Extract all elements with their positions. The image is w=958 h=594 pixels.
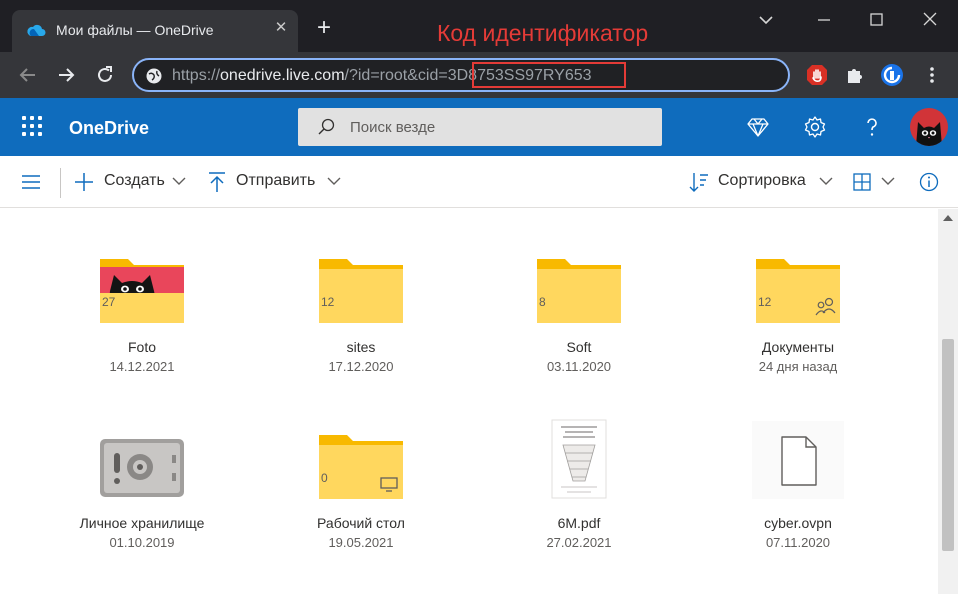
plus-icon <box>75 173 93 191</box>
search-input[interactable]: Поиск везде <box>350 119 435 136</box>
item-name: cyber.ovpn <box>764 515 832 531</box>
item-date: 01.10.2019 <box>109 535 175 550</box>
browser-window: Мои файлы — OneDrive ✕ + Код идентификат… <box>0 0 958 594</box>
file-tile-soft[interactable]: 8 Soft 03.11.2020 <box>499 249 659 379</box>
folder-icon <box>319 259 403 323</box>
item-date: 03.11.2020 <box>546 359 612 374</box>
maximize-icon[interactable] <box>864 8 888 32</box>
tab-title: Мои файлы — OneDrive <box>56 22 214 38</box>
command-bar: Создать Отправить Сортировка <box>0 156 958 208</box>
premium-diamond-icon[interactable] <box>746 115 770 139</box>
upload-button[interactable]: Отправить <box>236 172 315 190</box>
item-name: Soft <box>566 339 592 355</box>
item-count: 0 <box>321 471 328 485</box>
generic-file-icon <box>752 421 844 499</box>
profile-extension-icon[interactable] <box>880 63 904 87</box>
browser-toolbar: https://onedrive.live.com/?id=root&cid=3… <box>0 52 958 98</box>
minimize-icon[interactable] <box>812 8 836 32</box>
item-name: Документы <box>761 339 835 355</box>
hamburger-menu-icon[interactable] <box>20 171 42 193</box>
globe-icon <box>146 68 162 84</box>
create-button[interactable]: Создать <box>104 172 165 190</box>
address-bar[interactable]: https://onedrive.live.com/?id=root&cid=3… <box>132 58 790 92</box>
onedrive-cloud-icon <box>27 24 46 36</box>
user-avatar[interactable] <box>910 108 948 146</box>
url-query: /?id=root&cid= <box>344 67 448 84</box>
grid-view-icon[interactable] <box>851 171 873 193</box>
file-tile-ovpn[interactable]: cyber.ovpn 07.11.2020 <box>718 419 878 555</box>
command-separator <box>60 168 61 198</box>
create-chevron-down-icon[interactable] <box>170 172 188 190</box>
back-arrow-icon[interactable] <box>16 63 40 87</box>
cid-highlight-box <box>472 62 626 88</box>
app-launcher-icon[interactable] <box>22 116 42 136</box>
help-question-icon[interactable] <box>860 115 884 139</box>
browser-tab[interactable]: Мои файлы — OneDrive ✕ <box>12 10 298 52</box>
item-date: 19.05.2021 <box>328 535 394 550</box>
item-name: sites <box>346 339 376 355</box>
sort-chevron-down-icon[interactable] <box>817 172 835 190</box>
item-date: 24 дня назад <box>758 359 838 374</box>
cat-avatar-icon <box>916 122 942 146</box>
menu-dots-icon[interactable] <box>920 63 944 87</box>
pdf-thumbnail-icon <box>551 419 607 499</box>
id-code-annotation: Код идентификатор <box>437 20 649 46</box>
new-tab-button[interactable]: + <box>312 16 336 41</box>
extensions-puzzle-icon[interactable] <box>843 63 867 87</box>
item-name: Рабочий стол <box>317 515 405 531</box>
view-chevron-down-icon[interactable] <box>879 172 897 190</box>
photo-folder-icon <box>100 259 184 323</box>
info-icon[interactable] <box>918 171 940 193</box>
item-count: 8 <box>539 295 546 309</box>
file-tile-sites[interactable]: 12 sites 17.12.2020 <box>281 249 441 379</box>
upload-chevron-down-icon[interactable] <box>325 172 343 190</box>
file-tile-documents[interactable]: 12 Документы 24 дня назад <box>718 249 878 379</box>
scroll-up-arrow-icon[interactable] <box>943 215 953 221</box>
scrollbar-thumb[interactable] <box>942 339 954 551</box>
close-window-icon[interactable] <box>918 8 942 32</box>
search-box[interactable]: Поиск везде <box>298 108 662 146</box>
item-date: 14.12.2021 <box>109 359 175 374</box>
file-tile-pdf[interactable]: 6M.pdf 27.02.2021 <box>499 419 659 555</box>
settings-gear-icon[interactable] <box>803 115 827 139</box>
file-tile-foto[interactable]: 27 Foto 14.12.2021 <box>62 249 222 379</box>
sort-icon <box>689 173 708 192</box>
onedrive-brand[interactable]: OneDrive <box>69 118 149 139</box>
file-tile-desktop[interactable]: 0 Рабочий стол 19.05.2021 <box>281 425 441 555</box>
personal-vault-safe-icon <box>100 439 184 497</box>
item-date: 17.12.2020 <box>328 359 394 374</box>
item-name: 6M.pdf <box>557 515 601 531</box>
tab-search-chevron-icon[interactable] <box>754 8 778 32</box>
onedrive-header: OneDrive Поиск везде <box>0 98 958 156</box>
files-grid: 27 Foto 14.12.2021 12 sites 17.12.2020 8… <box>0 209 938 594</box>
file-tile-personal-vault[interactable]: Личное хранилище 01.10.2019 <box>62 425 222 555</box>
close-tab-icon[interactable]: ✕ <box>272 19 290 37</box>
forward-arrow-icon[interactable] <box>54 63 78 87</box>
shared-folder-icon <box>756 259 840 323</box>
item-name: Личное хранилище <box>79 515 205 531</box>
item-count: 27 <box>102 295 116 309</box>
search-icon <box>318 118 335 135</box>
sort-button[interactable]: Сортировка <box>718 172 806 190</box>
item-count: 12 <box>758 295 772 309</box>
vertical-scrollbar[interactable] <box>938 209 958 594</box>
title-bar: Мои файлы — OneDrive ✕ + Код идентификат… <box>0 0 958 52</box>
url-host: onedrive.live.com <box>220 67 345 84</box>
upload-arrow-icon <box>209 172 225 192</box>
item-name: Foto <box>127 339 156 355</box>
item-date: 27.02.2021 <box>546 535 612 550</box>
item-date: 07.11.2020 <box>765 535 831 550</box>
url-scheme: https:// <box>172 67 221 84</box>
reload-icon[interactable] <box>93 63 117 87</box>
folder-icon <box>537 259 621 323</box>
item-count: 12 <box>321 295 335 309</box>
desktop-folder-icon <box>319 435 403 499</box>
adblock-hand-icon[interactable] <box>805 63 829 87</box>
